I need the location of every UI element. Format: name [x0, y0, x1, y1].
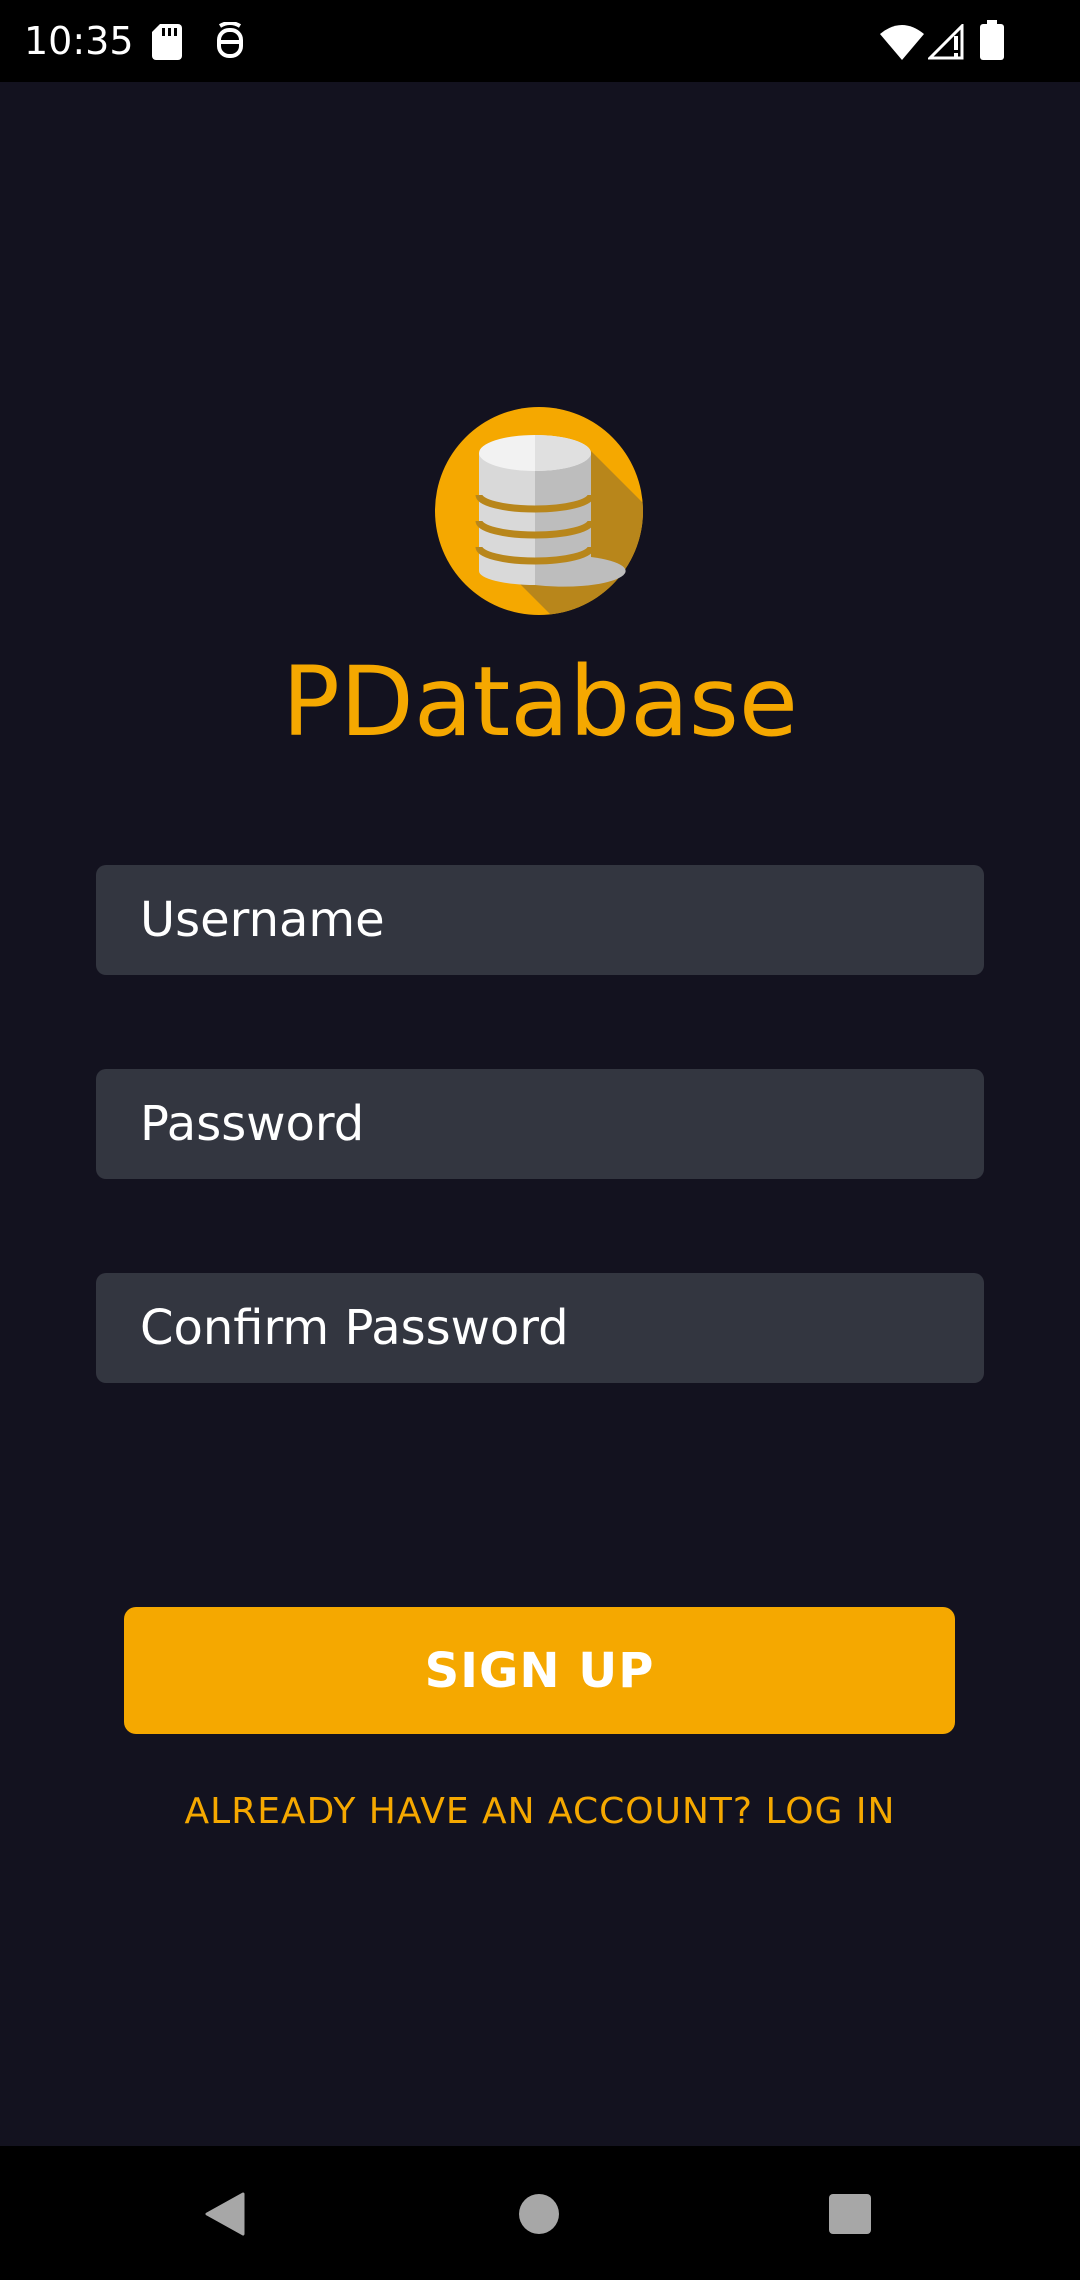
- app-title: PDatabase: [282, 646, 798, 758]
- username-input[interactable]: Username: [96, 865, 984, 975]
- database-icon: [435, 407, 643, 615]
- confirm-password-input[interactable]: Confirm Password: [96, 1273, 984, 1383]
- password-placeholder: Password: [140, 1096, 365, 1152]
- notification-app-icon: [214, 21, 246, 64]
- signal-icon: [926, 22, 964, 64]
- home-icon[interactable]: [519, 2194, 559, 2234]
- signup-screen: PDatabase Username Password Confirm Pass…: [0, 82, 1080, 2146]
- battery-icon: [980, 20, 1004, 64]
- confirm-password-placeholder: Confirm Password: [140, 1300, 569, 1356]
- wifi-icon: [880, 24, 924, 64]
- navigation-bar: [0, 2146, 1080, 2280]
- status-bar: 10:35: [0, 0, 1080, 82]
- sd-card-icon: [152, 24, 182, 64]
- status-time: 10:35: [24, 19, 134, 63]
- login-link[interactable]: ALREADY HAVE AN ACCOUNT? LOG IN: [0, 1787, 1080, 1837]
- password-input[interactable]: Password: [96, 1069, 984, 1179]
- back-icon[interactable]: [205, 2192, 245, 2236]
- screen: 10:35 PDatabase Username Password Confir…: [0, 0, 1080, 2280]
- sign-up-button[interactable]: SIGN UP: [124, 1607, 955, 1734]
- recents-icon[interactable]: [829, 2194, 871, 2234]
- username-placeholder: Username: [140, 892, 385, 948]
